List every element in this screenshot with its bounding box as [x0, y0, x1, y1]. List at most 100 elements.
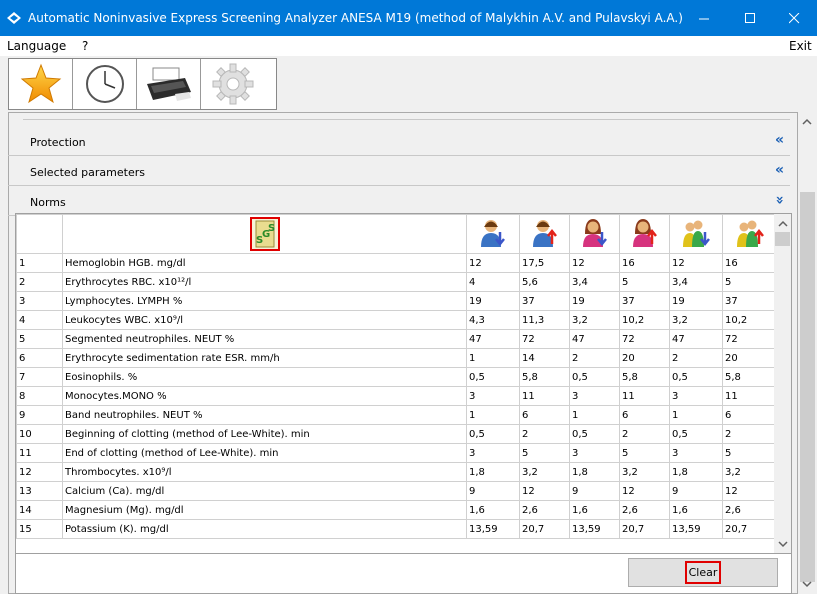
table-row[interactable]: 8 Monocytes.MONO % 3 11 3 11 3 11 [16, 386, 777, 406]
sgs-icon[interactable]: S G S [249, 217, 280, 251]
table-row[interactable]: 5 Segmented neutrophiles. NEUT % 47 72 47 72 4… [16, 329, 777, 349]
table-row[interactable]: 12 Thrombocytes. x10⁹/l 1,8 3,2 1,8 3,2 1,8 3,2 [16, 462, 777, 482]
norm-value-cell[interactable]: 17,5 [519, 253, 570, 273]
table-row[interactable]: 3 Lymphocytes. LYMPH % 19 37 19 37 19 37 [16, 291, 777, 311]
norm-value-cell[interactable]: 12 [519, 481, 570, 501]
norm-value-cell[interactable]: 0,5 [569, 367, 620, 387]
norm-value-cell[interactable]: 0,5 [466, 424, 520, 444]
section-selected-parameters[interactable]: Selected parameters « [8, 157, 790, 186]
scroll-thumb[interactable] [775, 232, 790, 246]
norm-value-cell[interactable]: 10,2 [619, 310, 670, 330]
scroll-down-icon[interactable] [802, 580, 812, 588]
norm-value-cell[interactable]: 19 [569, 291, 620, 311]
table-row[interactable]: 9 Band neutrophiles. NEUT % 1 6 1 6 1 6 [16, 405, 777, 425]
section-protection[interactable]: Protection « [8, 127, 790, 156]
norm-value-cell[interactable]: 37 [519, 291, 570, 311]
norm-value-cell[interactable]: 5,6 [519, 272, 570, 292]
table-scrollbar[interactable] [774, 214, 791, 553]
header-child-max[interactable] [722, 214, 777, 254]
norm-value-cell[interactable]: 6 [619, 405, 670, 425]
norm-value-cell[interactable]: 2,6 [619, 500, 670, 520]
norm-value-cell[interactable]: 2 [722, 424, 777, 444]
norm-value-cell[interactable]: 3,2 [669, 310, 723, 330]
header-male-max[interactable] [519, 214, 570, 254]
table-row[interactable]: 10 Beginning of clotting (method of Lee-W… [16, 424, 777, 444]
norm-value-cell[interactable]: 3,2 [519, 462, 570, 482]
norm-value-cell[interactable]: 1,8 [466, 462, 520, 482]
norm-value-cell[interactable]: 16 [619, 253, 670, 273]
norm-value-cell[interactable]: 12 [619, 481, 670, 501]
clock-button[interactable] [73, 59, 137, 109]
norm-value-cell[interactable]: 9 [466, 481, 520, 501]
norm-value-cell[interactable]: 5 [619, 272, 670, 292]
norm-value-cell[interactable]: 4 [466, 272, 520, 292]
norm-value-cell[interactable]: 20 [619, 348, 670, 368]
norm-value-cell[interactable]: 16 [722, 253, 777, 273]
norm-value-cell[interactable]: 2 [519, 424, 570, 444]
header-female-min[interactable] [569, 214, 620, 254]
norm-value-cell[interactable]: 20,7 [722, 519, 777, 539]
norm-value-cell[interactable]: 3 [669, 443, 723, 463]
norm-value-cell[interactable]: 1 [669, 405, 723, 425]
norm-value-cell[interactable]: 13,59 [669, 519, 723, 539]
settings-button[interactable] [201, 59, 265, 109]
clear-button[interactable]: Clear [628, 558, 778, 587]
scroll-down-icon[interactable] [778, 540, 788, 548]
norm-value-cell[interactable]: 20 [722, 348, 777, 368]
header-male-min[interactable] [466, 214, 520, 254]
norm-value-cell[interactable]: 9 [569, 481, 620, 501]
norm-value-cell[interactable]: 10,2 [722, 310, 777, 330]
norm-value-cell[interactable]: 19 [669, 291, 723, 311]
section-norms[interactable]: Norms » [8, 187, 790, 216]
norm-value-cell[interactable]: 3 [569, 443, 620, 463]
table-row[interactable]: 1 Hemoglobin HGB. mg/dl 12 17,5 12 16 12 16 [16, 253, 777, 273]
favorites-button[interactable] [9, 59, 73, 109]
scroll-up-icon[interactable] [802, 118, 812, 126]
norm-value-cell[interactable]: 2 [669, 348, 723, 368]
norm-value-cell[interactable]: 3,2 [569, 310, 620, 330]
norm-value-cell[interactable]: 3 [669, 386, 723, 406]
table-row[interactable]: 14 Magnesium (Mg). mg/dl 1,6 2,6 1,6 2,6 1,6 2,… [16, 500, 777, 520]
header-female-max[interactable] [619, 214, 670, 254]
minimize-button[interactable] [681, 0, 727, 36]
norm-value-cell[interactable]: 72 [619, 329, 670, 349]
norm-value-cell[interactable]: 5 [722, 443, 777, 463]
scroll-thumb[interactable] [800, 192, 815, 582]
norm-value-cell[interactable]: 47 [466, 329, 520, 349]
table-row[interactable]: 13 Calcium (Ca). mg/dl 9 12 9 12 9 12 [16, 481, 777, 501]
main-scrollbar[interactable] [798, 112, 817, 594]
norm-value-cell[interactable]: 1 [466, 348, 520, 368]
norm-value-cell[interactable]: 47 [569, 329, 620, 349]
norm-value-cell[interactable]: 72 [722, 329, 777, 349]
norm-value-cell[interactable]: 3,2 [722, 462, 777, 482]
table-row[interactable]: 2 Erythrocytes RBC. x10¹²/l 4 5,6 3,4 5 3,4 5 [16, 272, 777, 292]
norm-value-cell[interactable]: 5 [619, 443, 670, 463]
norm-value-cell[interactable]: 3 [466, 443, 520, 463]
norm-value-cell[interactable]: 0,5 [669, 367, 723, 387]
norm-value-cell[interactable]: 0,5 [569, 424, 620, 444]
menu-help[interactable]: ? [82, 39, 88, 53]
norm-value-cell[interactable]: 37 [722, 291, 777, 311]
scroll-up-icon[interactable] [778, 220, 788, 228]
norm-value-cell[interactable]: 12 [569, 253, 620, 273]
norm-value-cell[interactable]: 2 [619, 424, 670, 444]
norm-value-cell[interactable]: 13,59 [569, 519, 620, 539]
norm-value-cell[interactable]: 12 [669, 253, 723, 273]
norm-value-cell[interactable]: 1,6 [569, 500, 620, 520]
norm-value-cell[interactable]: 47 [669, 329, 723, 349]
chevron-down-icon[interactable]: » [771, 195, 787, 204]
norm-value-cell[interactable]: 6 [722, 405, 777, 425]
menu-language[interactable]: Language [7, 39, 66, 53]
menu-exit[interactable]: Exit [789, 39, 812, 53]
norm-value-cell[interactable]: 1,6 [669, 500, 723, 520]
norm-value-cell[interactable]: 19 [466, 291, 520, 311]
norm-value-cell[interactable]: 5,8 [519, 367, 570, 387]
table-row[interactable]: 11 End of clotting (method of Lee-White).… [16, 443, 777, 463]
norm-value-cell[interactable]: 3,4 [569, 272, 620, 292]
chevron-left-icon[interactable]: « [775, 132, 784, 148]
norm-value-cell[interactable]: 1,8 [669, 462, 723, 482]
norm-value-cell[interactable]: 12 [466, 253, 520, 273]
norm-value-cell[interactable]: 14 [519, 348, 570, 368]
table-row[interactable]: 4 Leukocytes WBC. x10⁹/l 4,3 11,3 3,2 10,2 3,2… [16, 310, 777, 330]
close-button[interactable] [771, 0, 817, 36]
